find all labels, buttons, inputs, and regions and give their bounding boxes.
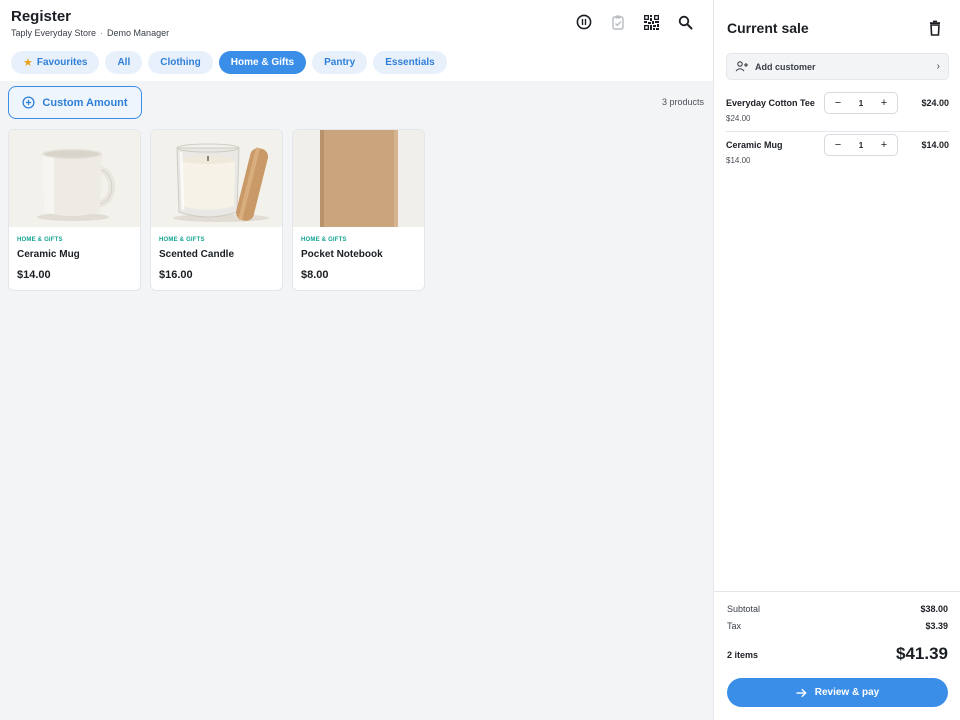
decrement-button[interactable]: −	[833, 97, 843, 109]
plus-circle-icon	[22, 96, 35, 109]
search-icon[interactable]	[675, 12, 695, 32]
subtotal-row: Subtotal $38.00	[727, 604, 948, 614]
register-panel: Register Taply Everyday Store · Demo Manag…	[0, 0, 713, 720]
tax-row: Tax $3.39	[727, 621, 948, 631]
sale-line-item: Ceramic Mug $14.00 − 1 + $14.00	[726, 134, 949, 182]
tab-label: Essentials	[385, 57, 435, 68]
product-count: 3 products	[661, 97, 704, 107]
sale-title: Current sale	[727, 20, 809, 36]
quantity-value: 1	[858, 140, 864, 150]
product-price: $8.00	[301, 269, 329, 281]
decrement-button[interactable]: −	[833, 139, 843, 151]
store-name: Taply Everyday Store	[11, 28, 97, 38]
quantity-stepper: − 1 +	[824, 134, 898, 156]
quantity-value: 1	[858, 98, 864, 108]
subtotal-label: Subtotal	[727, 604, 761, 614]
review-pay-button[interactable]: Review & pay	[727, 678, 948, 707]
tab-label: Pantry	[324, 57, 356, 68]
review-pay-label: Review & pay	[814, 687, 880, 698]
line-item-unit-price: $24.00	[726, 114, 751, 123]
chevron-right-icon: ›	[936, 61, 940, 72]
tax-value: $3.39	[925, 621, 948, 631]
add-person-icon	[735, 61, 748, 72]
tab-clothing[interactable]: Clothing	[148, 51, 213, 74]
increment-button[interactable]: +	[879, 97, 889, 109]
line-item-unit-price: $14.00	[726, 156, 751, 165]
quantity-stepper: − 1 +	[824, 92, 898, 114]
product-grid: HOME & GIFTS Ceramic Mug $14.00 HOME & G…	[8, 129, 425, 291]
increment-button[interactable]: +	[879, 139, 889, 151]
category-tabs: ★ Favourites All Clothing Home & Gifts Pa…	[11, 51, 447, 74]
tab-pantry[interactable]: Pantry	[312, 51, 368, 74]
user-name: Demo Manager	[107, 28, 170, 38]
add-customer-button[interactable]: Add customer ›	[726, 53, 949, 80]
divider	[726, 131, 949, 132]
tab-all[interactable]: All	[105, 51, 143, 74]
custom-amount-button[interactable]: Custom Amount	[8, 86, 142, 119]
tab-home-gifts[interactable]: Home & Gifts	[218, 51, 307, 74]
sale-totals: Subtotal $38.00 Tax $3.39 2 items $41.39…	[714, 591, 960, 720]
store-info: Taply Everyday Store · Demo Manager	[11, 28, 169, 38]
page-title: Register	[11, 8, 72, 25]
product-image-candle	[151, 130, 282, 227]
add-customer-label: Add customer	[755, 61, 816, 72]
separator: ·	[100, 28, 104, 38]
qr-code-icon[interactable]	[641, 12, 661, 32]
product-image-notebook	[293, 130, 424, 227]
tab-favourites[interactable]: ★ Favourites	[11, 51, 100, 74]
current-sale-panel: Current sale Add customer › Everyday Cot…	[713, 0, 960, 720]
tab-label: Clothing	[160, 57, 201, 68]
arrow-right-icon	[796, 688, 807, 697]
product-category: HOME & GIFTS	[17, 237, 63, 243]
tab-label: Favourites	[36, 57, 88, 68]
product-card-pocket-notebook[interactable]: HOME & GIFTS Pocket Notebook $8.00	[292, 129, 425, 291]
tab-essentials[interactable]: Essentials	[373, 51, 447, 74]
line-item-name: Everyday Cotton Tee	[726, 98, 815, 108]
product-price: $14.00	[17, 269, 51, 281]
line-item-total: $14.00	[921, 140, 949, 150]
product-name: Pocket Notebook	[301, 249, 383, 260]
product-card-scented-candle[interactable]: HOME & GIFTS Scented Candle $16.00	[150, 129, 283, 291]
clipboard-check-icon[interactable]	[608, 12, 628, 32]
custom-amount-label: Custom Amount	[42, 96, 128, 109]
tab-label: All	[117, 57, 131, 68]
product-name: Ceramic Mug	[17, 249, 80, 260]
product-price: $16.00	[159, 269, 193, 281]
items-count: 2 items	[727, 650, 759, 660]
register-header: Register Taply Everyday Store · Demo Manag…	[0, 0, 713, 81]
product-card-ceramic-mug[interactable]: HOME & GIFTS Ceramic Mug $14.00	[8, 129, 141, 291]
trash-icon[interactable]	[926, 19, 944, 37]
grand-total: $41.39	[896, 644, 948, 663]
star-icon: ★	[23, 57, 33, 69]
tax-label: Tax	[727, 621, 742, 631]
tab-label: Home & Gifts	[230, 57, 295, 68]
line-item-name: Ceramic Mug	[726, 140, 783, 150]
subtotal-value: $38.00	[920, 604, 948, 614]
product-image-mug	[9, 130, 140, 227]
pause-icon[interactable]	[574, 12, 594, 32]
product-name: Scented Candle	[159, 249, 235, 260]
product-category: HOME & GIFTS	[301, 237, 347, 243]
line-item-total: $24.00	[921, 98, 949, 108]
product-category: HOME & GIFTS	[159, 237, 205, 243]
